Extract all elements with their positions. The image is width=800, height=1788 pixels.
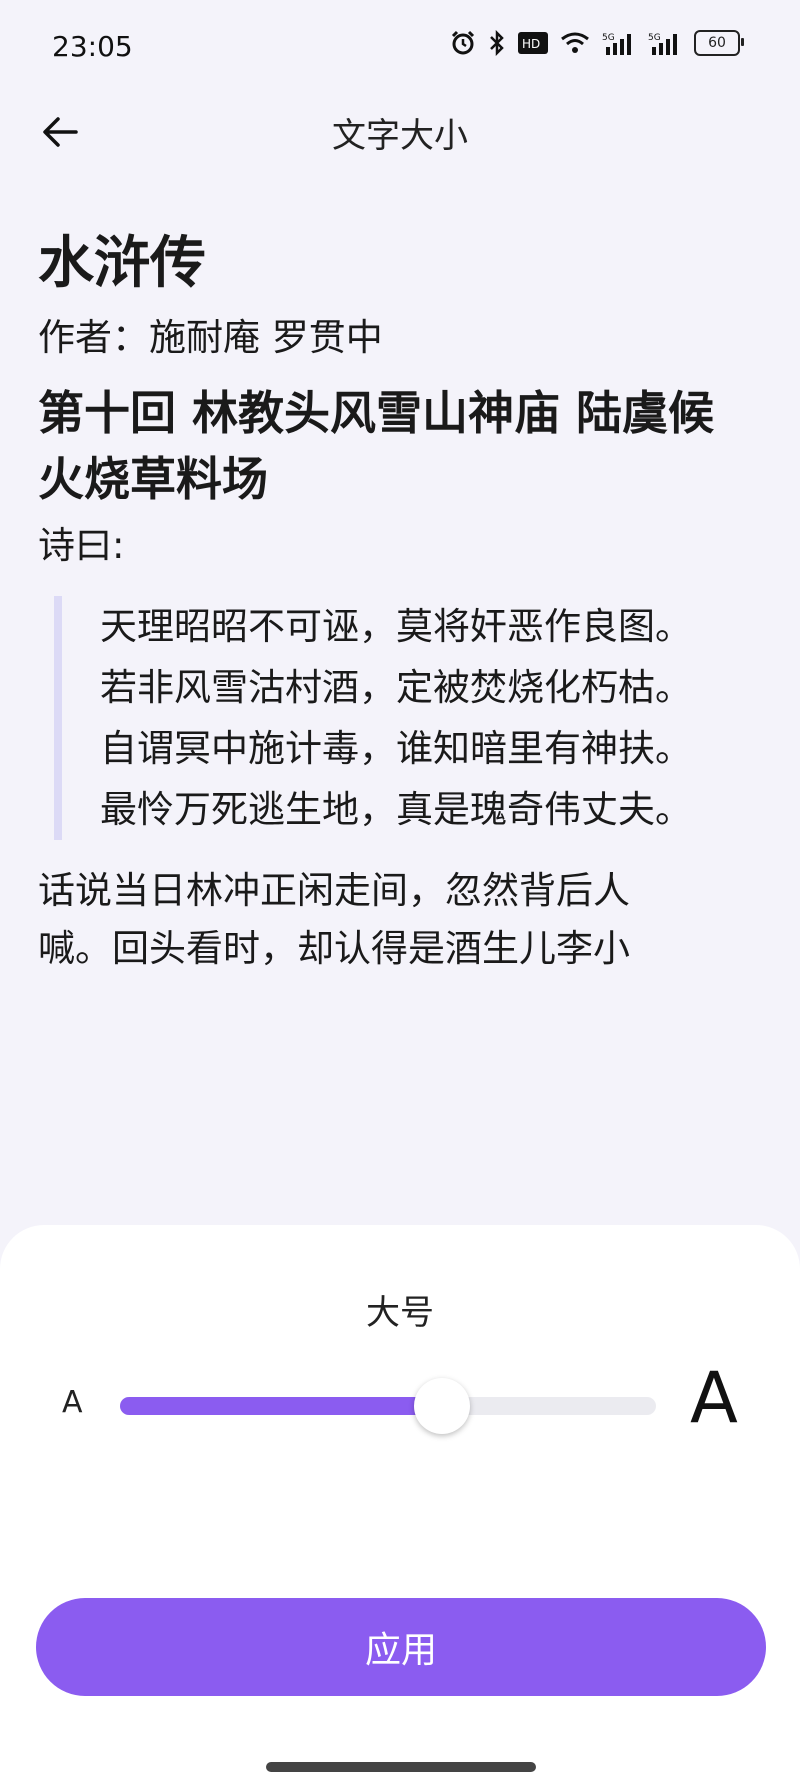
- small-size-label: A: [62, 1385, 83, 1420]
- poem-line: 最怜万死逃生地，真是瑰奇伟丈夫。: [100, 788, 692, 831]
- status-icons: HD 5G 5G 60: [450, 30, 744, 56]
- svg-text:5G: 5G: [648, 33, 661, 43]
- text-preview: 水浒传 作者：施耐庵 罗贯中 第十回 林教头风雪山神庙 陆虞候火烧草料场 诗曰:…: [38, 228, 758, 978]
- bluetooth-icon: [490, 30, 504, 56]
- alarm-icon: [451, 30, 475, 55]
- poem-line: 天理昭昭不可诬，莫将奸恶作良图。: [100, 605, 692, 648]
- svg-text:5G: 5G: [602, 33, 615, 43]
- poem-line: 若非风雪沽村酒，定被焚烧化朽枯。: [100, 666, 692, 709]
- slider-fill: [120, 1397, 442, 1415]
- battery-level: 60: [708, 35, 726, 51]
- signal-5g-icon: 5G: [602, 33, 631, 55]
- book-author: 作者：施耐庵 罗贯中: [38, 316, 383, 359]
- slider-thumb[interactable]: [413, 1378, 470, 1434]
- current-size-label: 大号: [366, 1293, 434, 1333]
- wifi-icon: [561, 32, 589, 53]
- status-bar: 23:05 HD 5G 5G 60: [0, 0, 800, 96]
- svg-text:HD: HD: [522, 37, 540, 51]
- page-title: 文字大小: [332, 116, 468, 156]
- app-bar: 文字大小: [0, 96, 800, 162]
- poem-quote: 天理昭昭不可诬，莫将奸恶作良图。 若非风雪沽村酒，定被焚烧化朽枯。 自谓冥中施计…: [54, 596, 710, 840]
- poem-intro: 诗曰:: [38, 524, 125, 567]
- font-size-slider[interactable]: [120, 1378, 656, 1434]
- signal-5g-icon: 5G: [648, 33, 677, 55]
- apply-button[interactable]: 应用: [36, 1598, 766, 1696]
- book-title: 水浒传: [38, 231, 206, 296]
- battery-icon: 60: [694, 30, 744, 56]
- quote-bar: [54, 596, 62, 840]
- home-indicator[interactable]: [266, 1762, 536, 1772]
- poem-line: 自谓冥中施计毒，谁知暗里有神扶。: [100, 727, 692, 770]
- font-size-sheet: 大号 A A 应用: [0, 1225, 800, 1788]
- story-paragraph: 话说当日林冲正闲走间，忽然背后人喊。回头看时，却认得是酒生儿李小: [38, 869, 630, 970]
- large-size-label: A: [690, 1357, 738, 1439]
- hd-icon: HD: [518, 32, 548, 54]
- status-time: 23:05: [52, 30, 133, 63]
- chapter-title: 第十回 林教头风雪山神庙 陆虞候火烧草料场: [38, 386, 715, 506]
